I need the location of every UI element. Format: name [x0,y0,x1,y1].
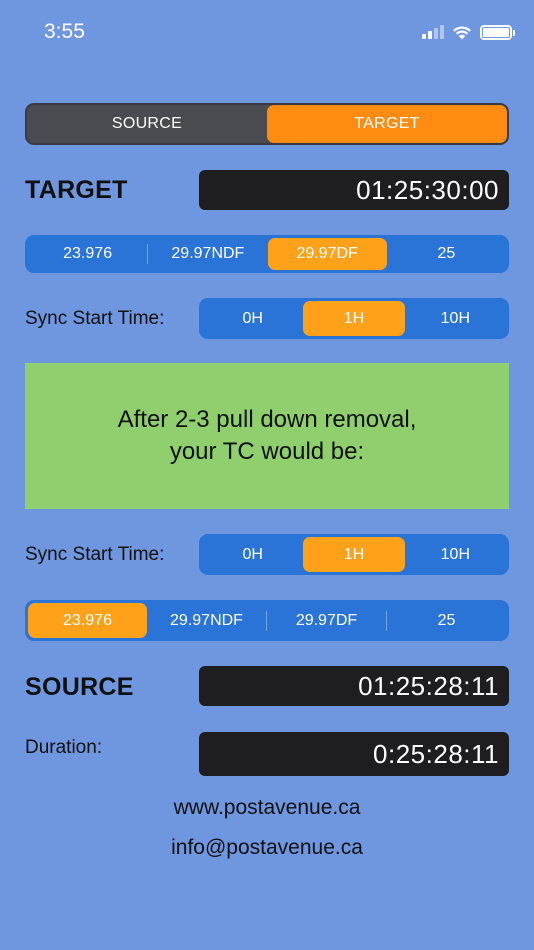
mode-source-button[interactable]: SOURCE [27,105,267,143]
email-link[interactable]: info@postavenue.ca [0,836,534,860]
mode-target-button[interactable]: TARGET [267,105,507,143]
target-timecode-field[interactable]: 01:25:30:00 [199,170,509,210]
source-title: SOURCE [25,673,134,701]
mode-toggle: SOURCE TARGET [25,103,509,145]
website-link[interactable]: www.postavenue.ca [0,796,534,820]
target-frame-rate-selector: 23.976 29.97NDF 29.97DF 25 [25,235,509,273]
result-line-2: your TC would be: [169,438,365,465]
result-panel: After 2-3 pull down removal, your TC wou… [25,363,509,509]
cellular-signal-icon [422,25,444,39]
source-frame-rate-selector: 23.976 29.97NDF 29.97DF 25 [25,600,509,641]
target-fps-23976[interactable]: 23.976 [28,238,147,270]
target-sync-selector: 0H 1H 10H [199,298,509,339]
status-time: 3:55 [44,20,85,43]
source-fps-25[interactable]: 25 [387,603,506,638]
wifi-icon [453,25,471,39]
target-fps-25[interactable]: 25 [387,238,506,270]
source-fps-23976[interactable]: 23.976 [28,603,147,638]
duration-field: 0:25:28:11 [199,732,509,776]
target-sync-1h[interactable]: 1H [303,301,405,336]
source-fps-2997df[interactable]: 29.97DF [267,603,386,638]
source-sync-10h[interactable]: 10H [405,537,506,572]
source-sync-0h[interactable]: 0H [202,537,303,572]
source-sync-selector: 0H 1H 10H [199,534,509,575]
target-sync-0h[interactable]: 0H [202,301,303,336]
duration-label: Duration: [25,737,103,758]
source-sync-1h[interactable]: 1H [303,537,405,572]
target-title: TARGET [25,176,128,204]
target-sync-label: Sync Start Time: [25,308,165,329]
source-sync-label: Sync Start Time: [25,544,165,565]
result-line-1: After 2-3 pull down removal, [117,406,417,433]
target-sync-10h[interactable]: 10H [405,301,506,336]
status-icons [422,24,515,40]
target-fps-2997df[interactable]: 29.97DF [267,238,387,270]
battery-icon [480,24,515,40]
source-fps-2997ndf[interactable]: 29.97NDF [147,603,266,638]
source-timecode-field: 01:25:28:11 [199,666,509,706]
target-fps-2997ndf[interactable]: 29.97NDF [148,238,267,270]
